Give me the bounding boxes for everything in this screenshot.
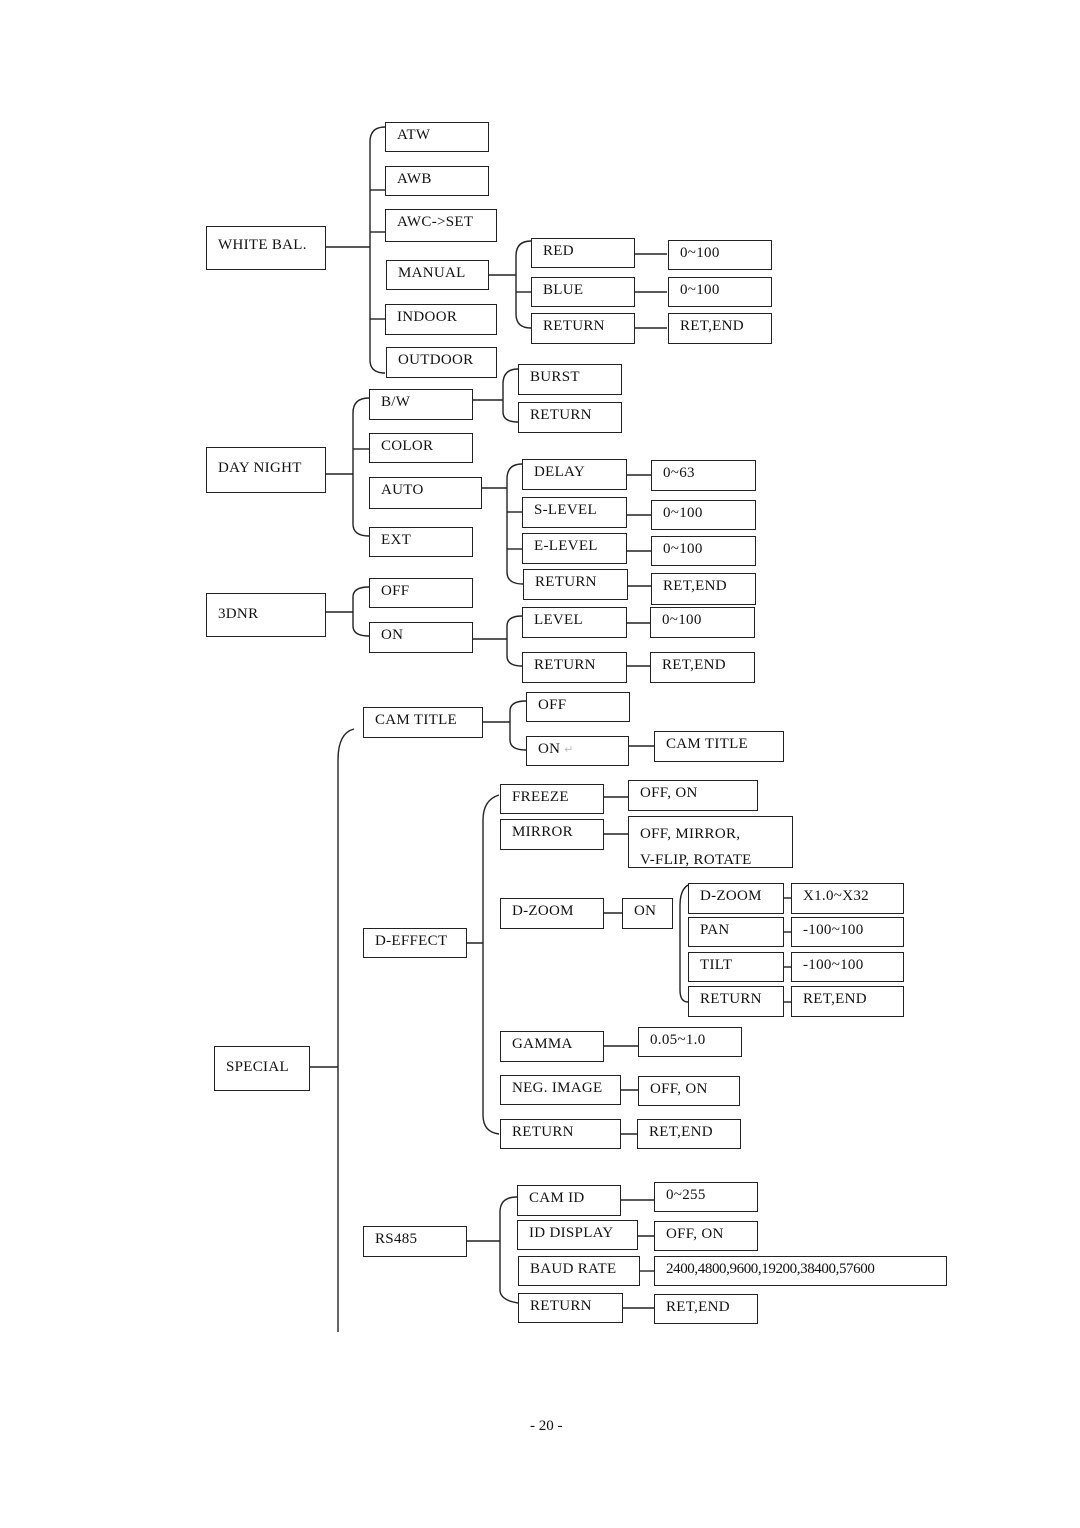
value-gamma-range: 0.05~1.0 <box>638 1027 742 1057</box>
node-bw-burst: BURST <box>518 364 622 395</box>
value-3dnr-level-range: 0~100 <box>650 607 755 638</box>
value-d-effect-return: RET,END <box>637 1119 741 1149</box>
node-3dnr-level: LEVEL <box>522 607 627 638</box>
node-gamma: GAMMA <box>500 1031 604 1062</box>
value-manual-return: RET,END <box>668 313 772 344</box>
node-d-effect-return: RETURN <box>500 1119 621 1149</box>
node-rs485-return: RETURN <box>518 1293 623 1323</box>
node-auto-delay: DELAY <box>522 459 627 490</box>
value-3dnr-return: RET,END <box>650 652 755 683</box>
value-e-level-range: 0~100 <box>651 536 756 566</box>
value-delay-range: 0~63 <box>651 460 756 491</box>
value-blue-range: 0~100 <box>668 277 772 307</box>
node-awb: AWB <box>385 166 489 196</box>
page-number: - 20 - <box>530 1418 563 1434</box>
value-mirror: OFF, MIRROR, V-FLIP, ROTATE <box>628 816 793 868</box>
value-mirror-line1: OFF, MIRROR, <box>640 826 741 842</box>
node-indoor: INDOOR <box>385 304 497 335</box>
node-manual: MANUAL <box>386 260 489 290</box>
node-auto: AUTO <box>369 477 482 509</box>
node-cam-title: CAM TITLE <box>363 707 483 738</box>
node-manual-return: RETURN <box>531 313 635 344</box>
value-red-range: 0~100 <box>668 240 772 270</box>
node-3dnr-on: ON <box>369 622 473 653</box>
node-outdoor: OUTDOOR <box>386 347 497 378</box>
value-dzoom-range: X1.0~X32 <box>791 883 904 914</box>
node-white-bal: WHITE BAL. <box>206 226 326 270</box>
node-auto-e-level: E-LEVEL <box>522 533 627 564</box>
node-rs485: RS485 <box>363 1226 467 1257</box>
node-baud-rate: BAUD RATE <box>518 1256 640 1286</box>
value-s-level-range: 0~100 <box>651 500 756 530</box>
node-auto-return: RETURN <box>523 569 628 600</box>
value-dzoom-return: RET,END <box>791 986 904 1017</box>
value-cam-id-range: 0~255 <box>654 1182 758 1212</box>
node-day-night: DAY NIGHT <box>206 447 326 493</box>
node-color: COLOR <box>369 433 473 463</box>
node-3dnr-return: RETURN <box>522 652 627 683</box>
node-id-display: ID DISPLAY <box>517 1220 638 1250</box>
node-cam-id: CAM ID <box>517 1185 621 1216</box>
menu-tree-diagram: WHITE BAL. ATW AWB AWC->SET MANUAL INDOO… <box>0 0 1080 1528</box>
node-special: SPECIAL <box>214 1046 310 1091</box>
value-freeze: OFF, ON <box>628 780 758 811</box>
node-bw-return: RETURN <box>518 402 622 433</box>
node-d-zoom-on: ON <box>622 898 673 929</box>
cam-title-on-label: ON <box>538 741 561 757</box>
node-dzoom-tilt: TILT <box>688 952 784 982</box>
node-atw: ATW <box>385 122 489 152</box>
node-dzoom-dzoom: D-ZOOM <box>688 883 784 914</box>
node-d-zoom: D-ZOOM <box>500 898 604 929</box>
node-mirror: MIRROR <box>500 819 604 850</box>
node-auto-s-level: S-LEVEL <box>522 497 627 528</box>
value-tilt-range: -100~100 <box>791 952 904 982</box>
value-neg-image: OFF, ON <box>638 1076 740 1106</box>
value-pan-range: -100~100 <box>791 917 904 947</box>
node-cam-title-on: ON ↵ <box>526 736 629 766</box>
value-baud-rate: 2400,4800,9600,19200,38400,57600 <box>654 1256 947 1286</box>
return-arrow-icon: ↵ <box>564 744 574 756</box>
node-dzoom-return: RETURN <box>688 986 784 1017</box>
node-awc-set: AWC->SET <box>385 209 497 242</box>
node-manual-blue: BLUE <box>531 277 635 307</box>
node-freeze: FREEZE <box>500 784 604 814</box>
node-3dnr-off: OFF <box>369 578 473 608</box>
node-ext: EXT <box>369 527 473 557</box>
value-mirror-line2: V-FLIP, ROTATE <box>640 852 752 868</box>
node-d-effect: D-EFFECT <box>363 928 467 958</box>
node-bw: B/W <box>369 389 473 420</box>
node-neg-image: NEG. IMAGE <box>500 1075 621 1105</box>
node-manual-red: RED <box>531 238 635 268</box>
value-id-display: OFF, ON <box>654 1221 758 1251</box>
node-cam-title-off: OFF <box>526 692 630 722</box>
value-auto-return: RET,END <box>651 573 756 605</box>
node-3dnr: 3DNR <box>206 593 326 637</box>
value-cam-title: CAM TITLE <box>654 731 784 762</box>
node-dzoom-pan: PAN <box>688 917 784 947</box>
value-rs485-return: RET,END <box>654 1294 758 1324</box>
